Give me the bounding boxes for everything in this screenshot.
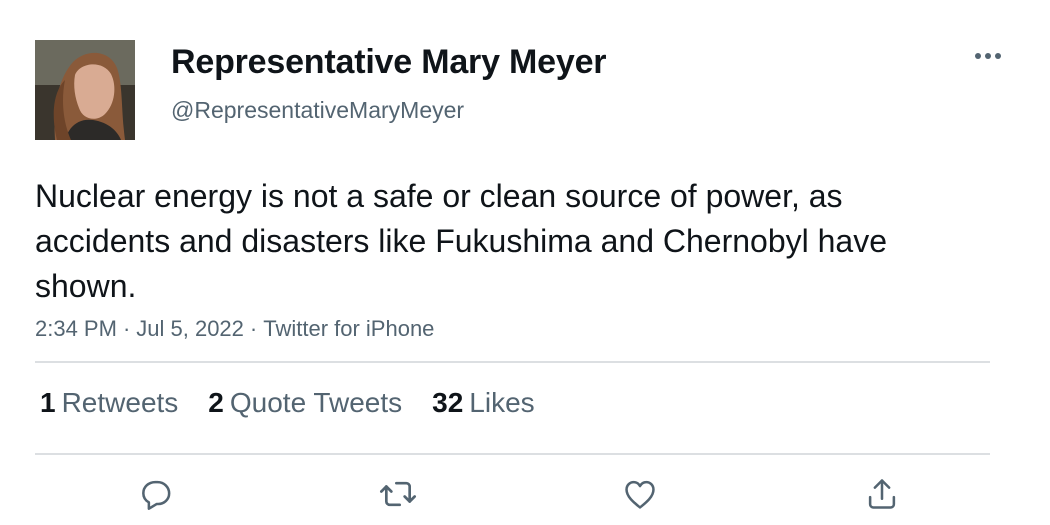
more-dots-icon [975,53,1001,59]
divider [35,453,990,455]
reply-button[interactable] [136,474,176,514]
likes-label: Likes [469,387,535,418]
heart-icon [625,480,655,509]
quote-tweets-label: Quote Tweets [229,387,403,418]
tweet-text: Nuclear energy is not a safe or clean so… [35,178,888,304]
tweet-meta: 2:34 PM · Jul 5, 2022 · Twitter for iPhone [35,316,434,342]
meta-separator: · [249,316,258,341]
retweet-icon [380,481,416,507]
retweets-stat[interactable]: 1 Retweets [40,387,178,419]
share-button[interactable] [862,474,902,514]
retweet-button[interactable] [378,474,418,514]
avatar[interactable] [35,40,135,140]
more-options-button[interactable] [970,44,1006,68]
tweet-time[interactable]: 2:34 PM [35,316,117,341]
share-icon [868,479,896,509]
display-name[interactable]: Representative Mary Meyer [171,43,607,82]
user-handle[interactable]: @RepresentativeMaryMeyer [171,97,464,124]
quote-tweets-count: 2 [208,387,224,418]
meta-separator: · [122,316,131,341]
likes-stat[interactable]: 32 Likes [432,387,535,419]
retweets-label: Retweets [61,387,179,418]
tweet-date[interactable]: Jul 5, 2022 [136,316,244,341]
likes-count: 32 [432,387,464,418]
reply-icon [142,480,171,510]
quote-tweets-stat[interactable]: 2 Quote Tweets [208,387,402,419]
profile-photo-icon [35,40,135,140]
tweet-source[interactable]: Twitter for iPhone [263,316,434,341]
retweets-count: 1 [40,387,56,418]
tweet-card: Representative Mary Meyer @Representativ… [0,0,1050,525]
divider [35,361,990,363]
like-button[interactable] [620,474,660,514]
engagement-stats: 1 Retweets 2 Quote Tweets 32 Likes [40,387,535,419]
